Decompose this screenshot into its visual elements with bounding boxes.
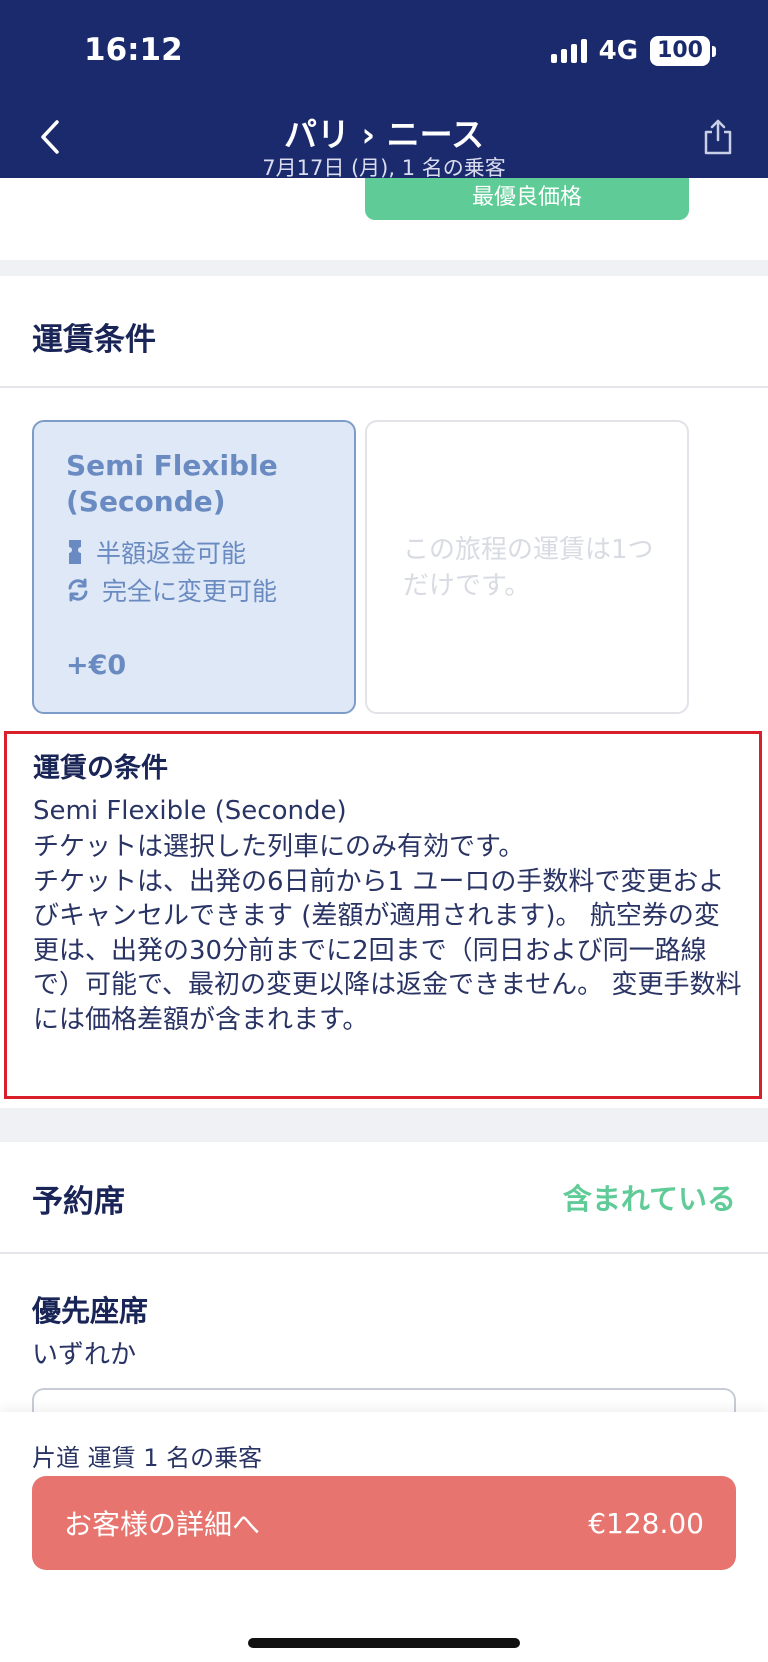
fare-option-name: Semi Flexible (Seconde) [66,449,278,518]
conditions-body: チケットは選択した列車にのみ有効です。 チケットは、出発の6日前から1 ユーロの… [33,830,743,1037]
trip-summary: 片道 運賃 1 名の乗客 [32,1444,263,1472]
section-title-fare: 運賃条件 [32,322,156,358]
fare-conditions-section: 運賃条件 Semi Flexible (Seconde) 半額返金可能 完全に変… [0,276,768,1108]
seat-preference-title: 優先座席 [32,1294,149,1328]
checkout-bar: 片道 運賃 1 名の乗客 お客様の詳細へ €128.00 [0,1412,768,1662]
fare-feature-change: 完全に変更可能 [66,572,277,608]
seat-preference-value: いずれか [32,1340,137,1370]
section-title-seat: 予約席 [32,1184,125,1220]
cta-price: €128.00 [588,1506,704,1540]
fare-feature-refund: 半額返金可能 [66,534,246,570]
status-indicators: 4G 100 [550,36,716,66]
fare-feature-label: 半額返金可能 [96,539,247,568]
customer-details-button[interactable]: お客様の詳細へ €128.00 [32,1476,736,1570]
fare-summary-card: 最優良価格 [0,178,768,260]
single-fare-message: この旅程の運賃は1つだけです。 [403,535,654,601]
home-indicator[interactable] [248,1638,520,1648]
share-button[interactable] [696,112,740,162]
conditions-title: 運賃の条件 [33,753,168,784]
network-label: 4G [598,36,639,66]
conditions-fare-name: Semi Flexible (Seconde) [33,796,347,826]
status-time: 16:12 [84,32,183,68]
fare-feature-label: 完全に変更可能 [102,577,278,606]
seat-reservation-section: 予約席 含まれている 優先座席 いずれか [0,1142,768,1428]
divider [0,386,768,388]
app-header: 16:12 4G 100 パリ › ニース 7月17日 (月), 1 名の乗客 [0,0,768,180]
fare-option-semi-flexible[interactable]: Semi Flexible (Seconde) 半額返金可能 完全に変更可能 +… [32,420,356,714]
signal-icon [550,39,587,63]
seat-included-label: 含まれている [562,1182,736,1216]
ticket-icon [69,540,81,564]
battery-icon: 100 [650,36,716,66]
route-title: パリ › ニース [284,115,484,154]
share-icon [704,119,732,155]
battery-level: 100 [650,36,710,66]
fare-option-price: +€0 [66,650,127,681]
cta-label: お客様の詳細へ [64,1508,261,1541]
fare-conditions-details: 運賃の条件 Semi Flexible (Seconde) チケットは選択した列… [4,731,762,1099]
conditions-line: チケットは、出発の6日前から1 ユーロの手数料で変更およびキャンセルできます (… [33,866,742,1035]
fare-option-placeholder: この旅程の運賃は1つだけです。 [365,420,689,714]
conditions-line: チケットは選択した列車にのみ有効です。 [33,832,525,862]
best-price-badge: 最優良価格 [365,178,689,220]
exchange-icon [68,578,88,602]
divider [0,1252,768,1254]
